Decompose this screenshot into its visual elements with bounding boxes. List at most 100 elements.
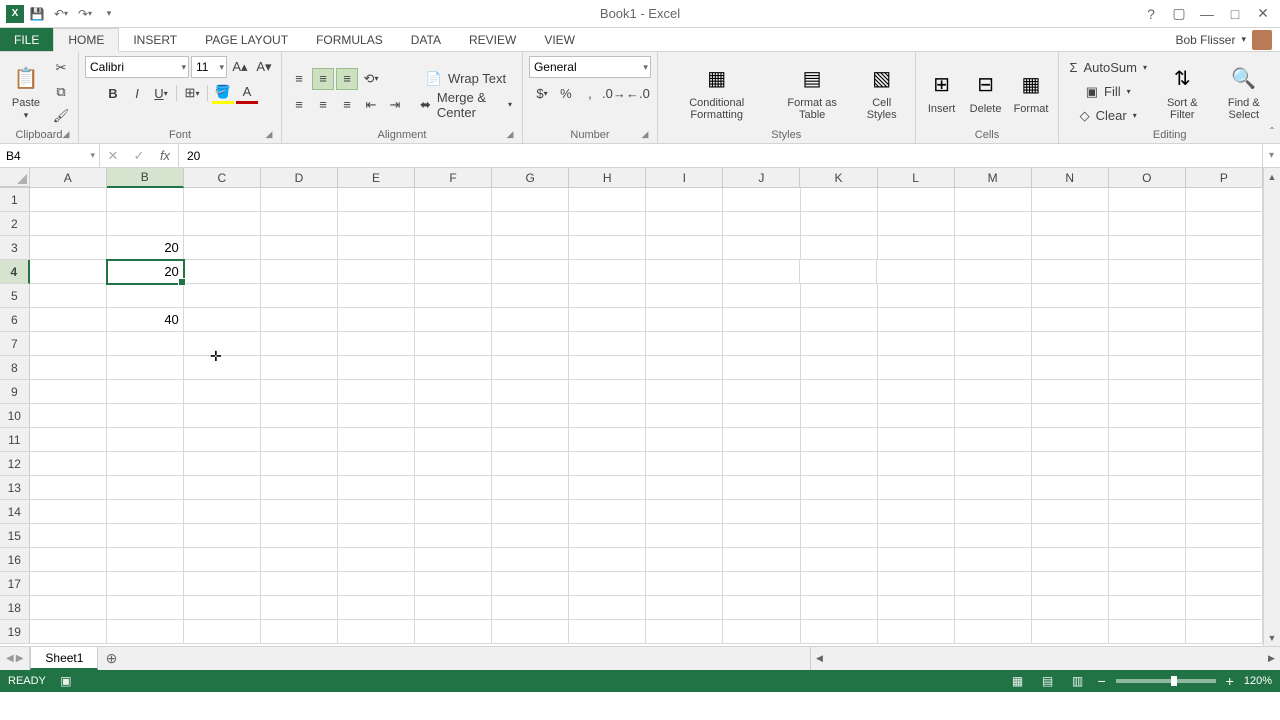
cell-D5[interactable] <box>261 284 338 308</box>
cell-E10[interactable] <box>338 404 415 428</box>
cell-E2[interactable] <box>338 212 415 236</box>
cell-E3[interactable] <box>338 236 415 260</box>
cell-L4[interactable] <box>877 260 954 284</box>
cell-A12[interactable] <box>30 452 107 476</box>
fill-color-icon[interactable]: 🪣 <box>212 82 234 104</box>
cell-D10[interactable] <box>261 404 338 428</box>
cell-L1[interactable] <box>878 188 955 212</box>
cell-P3[interactable] <box>1186 236 1263 260</box>
cell-D16[interactable] <box>261 548 338 572</box>
cell-A17[interactable] <box>30 572 107 596</box>
row-header-16[interactable]: 16 <box>0 548 30 572</box>
cell-J7[interactable] <box>723 332 800 356</box>
cell-L19[interactable] <box>878 620 955 644</box>
fill-button[interactable]: ▣ Fill ▾ <box>1065 81 1151 103</box>
column-header-F[interactable]: F <box>415 168 492 187</box>
italic-button[interactable]: I <box>126 82 148 104</box>
cell-G15[interactable] <box>492 524 569 548</box>
alignment-dialog-icon[interactable]: ◢ <box>504 129 516 141</box>
cell-F13[interactable] <box>415 476 492 500</box>
cell-E13[interactable] <box>338 476 415 500</box>
cell-I17[interactable] <box>646 572 723 596</box>
format-cells-button[interactable]: ▦Format <box>1010 67 1053 117</box>
cell-B11[interactable] <box>107 428 184 452</box>
cell-G18[interactable] <box>492 596 569 620</box>
tab-file[interactable]: FILE <box>0 28 53 51</box>
tab-review[interactable]: REVIEW <box>455 28 530 51</box>
conditional-formatting-button[interactable]: ▦Conditional Formatting <box>664 61 770 123</box>
cell-O7[interactable] <box>1109 332 1186 356</box>
cell-D14[interactable] <box>261 500 338 524</box>
cell-P11[interactable] <box>1186 428 1263 452</box>
cell-A3[interactable] <box>30 236 107 260</box>
cell-C18[interactable] <box>184 596 261 620</box>
cell-I8[interactable] <box>646 356 723 380</box>
cell-A7[interactable] <box>30 332 107 356</box>
cell-O6[interactable] <box>1109 308 1186 332</box>
minimize-icon[interactable]: — <box>1194 4 1220 24</box>
insert-function-icon[interactable]: fx <box>152 148 178 163</box>
row-header-3[interactable]: 3 <box>0 236 30 260</box>
autosum-button[interactable]: Σ AutoSum ▾ <box>1065 57 1151 79</box>
cell-J4[interactable] <box>723 260 800 284</box>
cell-B5[interactable] <box>107 284 184 308</box>
cell-N10[interactable] <box>1032 404 1109 428</box>
help-icon[interactable]: ? <box>1138 4 1164 24</box>
increase-indent-icon[interactable]: ⇥ <box>384 94 406 116</box>
cell-K3[interactable] <box>801 236 878 260</box>
cell-K12[interactable] <box>801 452 878 476</box>
cell-O17[interactable] <box>1109 572 1186 596</box>
collapse-ribbon-icon[interactable]: ˆ <box>1270 125 1274 139</box>
cell-O1[interactable] <box>1109 188 1186 212</box>
cell-O2[interactable] <box>1109 212 1186 236</box>
cell-D6[interactable] <box>261 308 338 332</box>
row-header-2[interactable]: 2 <box>0 212 30 236</box>
cell-O4[interactable] <box>1109 260 1186 284</box>
cell-P14[interactable] <box>1186 500 1263 524</box>
cell-F1[interactable] <box>415 188 492 212</box>
cell-O15[interactable] <box>1109 524 1186 548</box>
cell-M7[interactable] <box>955 332 1032 356</box>
cell-O19[interactable] <box>1109 620 1186 644</box>
cell-M17[interactable] <box>955 572 1032 596</box>
cell-N17[interactable] <box>1032 572 1109 596</box>
scroll-up-icon[interactable]: ▲ <box>1264 168 1280 185</box>
cell-H6[interactable] <box>569 308 646 332</box>
cell-H2[interactable] <box>569 212 646 236</box>
cell-E9[interactable] <box>338 380 415 404</box>
cell-G1[interactable] <box>492 188 569 212</box>
cell-M16[interactable] <box>955 548 1032 572</box>
cell-F7[interactable] <box>415 332 492 356</box>
number-dialog-icon[interactable]: ◢ <box>639 129 651 141</box>
cell-K10[interactable] <box>801 404 878 428</box>
cell-C10[interactable] <box>184 404 261 428</box>
sheet-tab-active[interactable]: Sheet1 <box>30 647 98 670</box>
redo-icon[interactable]: ↷▾ <box>74 3 96 25</box>
cell-I15[interactable] <box>646 524 723 548</box>
row-header-9[interactable]: 9 <box>0 380 30 404</box>
cut-icon[interactable]: ✂ <box>50 57 72 79</box>
cell-L12[interactable] <box>878 452 955 476</box>
cell-D12[interactable] <box>261 452 338 476</box>
cell-B2[interactable] <box>107 212 184 236</box>
cell-K4[interactable] <box>800 260 877 284</box>
cell-M13[interactable] <box>955 476 1032 500</box>
cell-G19[interactable] <box>492 620 569 644</box>
cell-N9[interactable] <box>1032 380 1109 404</box>
cell-K6[interactable] <box>801 308 878 332</box>
tab-view[interactable]: VIEW <box>530 28 589 51</box>
cell-N15[interactable] <box>1032 524 1109 548</box>
cell-F16[interactable] <box>415 548 492 572</box>
cell-K14[interactable] <box>801 500 878 524</box>
cell-P16[interactable] <box>1186 548 1263 572</box>
cell-O9[interactable] <box>1109 380 1186 404</box>
cell-C15[interactable] <box>184 524 261 548</box>
cell-I4[interactable] <box>646 260 723 284</box>
cell-styles-button[interactable]: ▧Cell Styles <box>855 61 909 123</box>
cell-K9[interactable] <box>801 380 878 404</box>
font-name-combo[interactable]: Calibri▾ <box>85 56 189 78</box>
column-header-I[interactable]: I <box>646 168 723 187</box>
cell-B3[interactable]: 20 <box>107 236 184 260</box>
cell-E12[interactable] <box>338 452 415 476</box>
cell-B1[interactable] <box>107 188 184 212</box>
